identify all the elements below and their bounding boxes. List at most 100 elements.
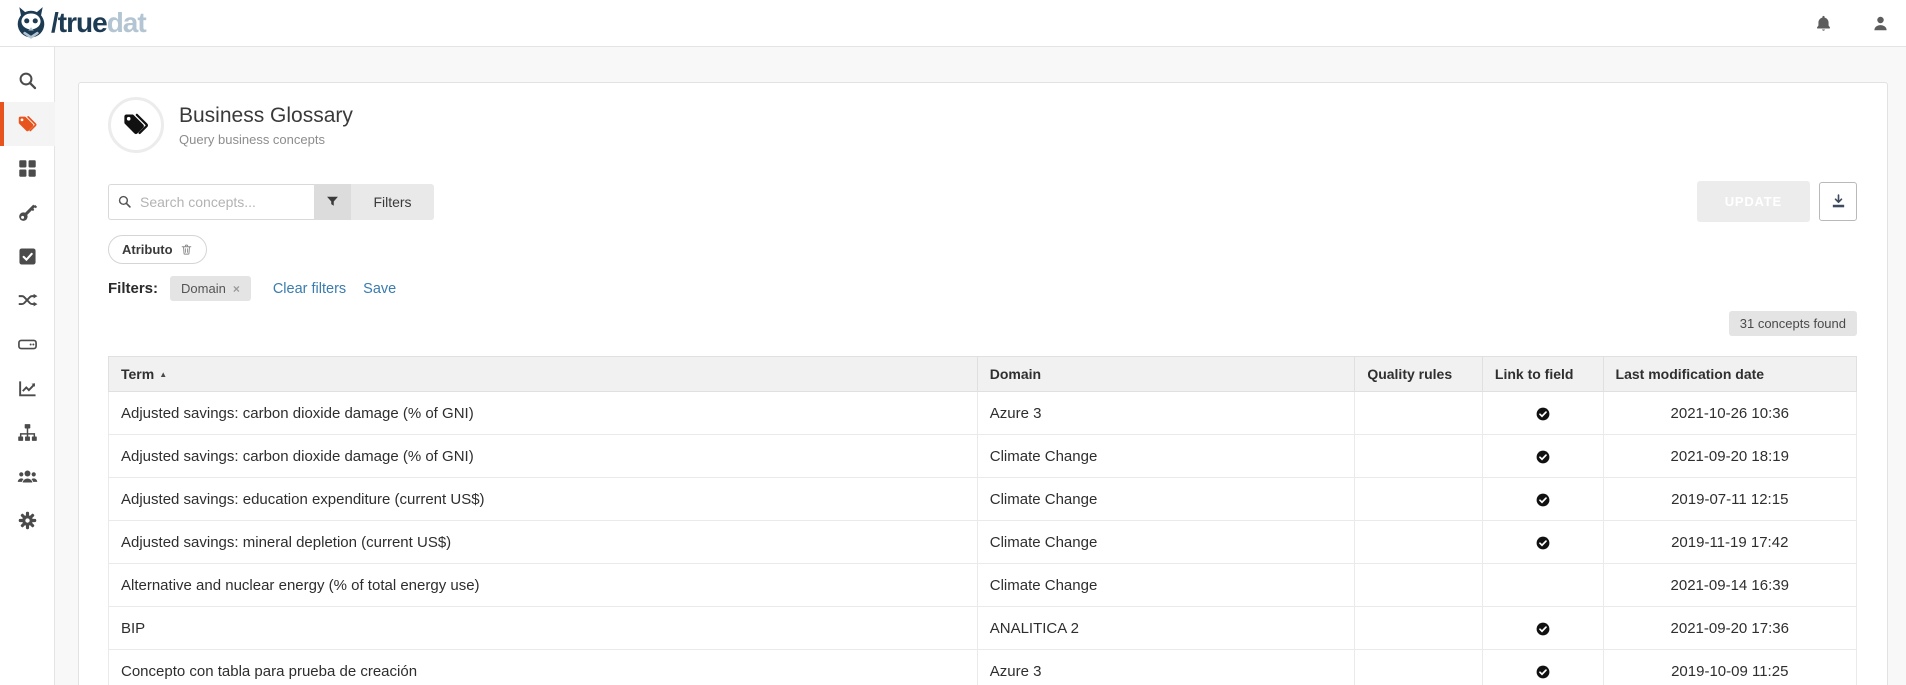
sidebar-item-lineage[interactable] <box>0 278 55 322</box>
concepts-count-badge: 31 concepts found <box>1729 311 1857 336</box>
table-row[interactable]: Adjusted savings: carbon dioxide damage … <box>109 435 1857 478</box>
tags-icon <box>17 114 38 135</box>
logo-text: /truedat <box>51 9 146 37</box>
cell-quality-rules <box>1355 564 1483 607</box>
bell-icon[interactable] <box>1814 14 1833 33</box>
page-icon-circle <box>108 97 164 153</box>
sidebar-item-catalog[interactable] <box>0 146 55 190</box>
concepts-table: Term▲ Domain Quality rules Link to field… <box>108 356 1857 685</box>
gear-icon <box>17 510 38 531</box>
cell-domain: Climate Change <box>977 564 1355 607</box>
table-row[interactable]: Concepto con tabla para prueba de creaci… <box>109 650 1857 685</box>
users-icon <box>17 466 38 487</box>
truedat-logo[interactable]: /truedat <box>13 6 146 40</box>
filters-button[interactable]: Filters <box>351 184 434 220</box>
column-header-quality-rules[interactable]: Quality rules <box>1355 357 1483 392</box>
table-row[interactable]: Alternative and nuclear energy (% of tot… <box>109 564 1857 607</box>
column-header-last-modification-date[interactable]: Last modification date <box>1603 357 1856 392</box>
cell-domain: Azure 3 <box>977 392 1355 435</box>
main-area: Business Glossary Query business concept… <box>56 47 1906 685</box>
page-title: Business Glossary <box>179 103 353 128</box>
cell-term: BIP <box>109 607 978 650</box>
cell-term: Alternative and nuclear energy (% of tot… <box>109 564 978 607</box>
table-row[interactable]: Adjusted savings: carbon dioxide damage … <box>109 392 1857 435</box>
funnel-icon <box>325 194 340 209</box>
tags-icon <box>122 111 150 139</box>
sidebar-item-settings[interactable] <box>0 498 55 542</box>
cell-term: Adjusted savings: mineral depletion (cur… <box>109 521 978 564</box>
top-bar: /truedat <box>0 0 1906 47</box>
cell-link-to-field <box>1482 392 1603 435</box>
grid-icon <box>17 158 38 179</box>
table-row[interactable]: BIPANALITICA 22021-09-20 17:36 <box>109 607 1857 650</box>
page-titles: Business Glossary Query business concept… <box>179 103 353 146</box>
toolbar-right: UPDATE <box>1697 181 1857 222</box>
key-icon <box>17 202 38 223</box>
cell-domain: Climate Change <box>977 521 1355 564</box>
topbar-actions <box>1814 14 1890 33</box>
column-header-term[interactable]: Term▲ <box>109 357 978 392</box>
search-box <box>108 184 314 220</box>
column-header-domain[interactable]: Domain <box>977 357 1355 392</box>
cell-quality-rules <box>1355 435 1483 478</box>
filter-toggle-button[interactable] <box>314 184 351 220</box>
cell-link-to-field <box>1482 521 1603 564</box>
glossary-card: Business Glossary Query business concept… <box>78 82 1888 685</box>
sidebar-item-dashboards[interactable] <box>0 366 55 410</box>
column-header-link-to-field[interactable]: Link to field <box>1482 357 1603 392</box>
search-group: Filters <box>108 184 434 220</box>
cell-link-to-field <box>1482 650 1603 685</box>
filter-pill-atributo[interactable]: Atributo <box>108 235 207 264</box>
search-input[interactable] <box>108 184 314 220</box>
remove-filter-icon[interactable]: × <box>233 282 240 296</box>
cell-last-modification-date: 2019-07-11 12:15 <box>1603 478 1856 521</box>
cell-last-modification-date: 2019-10-09 11:25 <box>1603 650 1856 685</box>
sidebar-item-glossary[interactable] <box>0 102 55 146</box>
cell-last-modification-date: 2021-10-26 10:36 <box>1603 392 1856 435</box>
search-icon <box>17 70 38 91</box>
filter-pill-label: Atributo <box>122 242 173 257</box>
cell-quality-rules <box>1355 650 1483 685</box>
sidebar-item-quality[interactable] <box>0 234 55 278</box>
active-filter-chip-domain[interactable]: Domain × <box>170 276 251 301</box>
cell-quality-rules <box>1355 392 1483 435</box>
clear-filters-link[interactable]: Clear filters <box>273 281 346 297</box>
table-header-row: Term▲ Domain Quality rules Link to field… <box>109 357 1857 392</box>
sidebar-nav <box>0 47 55 685</box>
cell-term: Adjusted savings: carbon dioxide damage … <box>109 392 978 435</box>
check-square-icon <box>17 246 38 267</box>
cell-last-modification-date: 2021-09-20 18:19 <box>1603 435 1856 478</box>
download-button[interactable] <box>1819 182 1857 221</box>
page-subtitle: Query business concepts <box>179 132 353 147</box>
table-row[interactable]: Adjusted savings: mineral depletion (cur… <box>109 521 1857 564</box>
sidebar-item-access[interactable] <box>0 190 55 234</box>
cell-term: Adjusted savings: carbon dioxide damage … <box>109 435 978 478</box>
check-circle-icon <box>1535 664 1551 680</box>
cell-quality-rules <box>1355 478 1483 521</box>
sidebar-item-sources[interactable] <box>0 322 55 366</box>
cell-domain: ANALITICA 2 <box>977 607 1355 650</box>
cell-quality-rules <box>1355 607 1483 650</box>
sitemap-icon <box>17 422 38 443</box>
sidebar-item-search[interactable] <box>0 58 55 102</box>
user-icon[interactable] <box>1871 14 1890 33</box>
check-circle-icon <box>1535 535 1551 551</box>
check-circle-icon <box>1535 492 1551 508</box>
sidebar-item-domains[interactable] <box>0 410 55 454</box>
owl-icon <box>13 6 49 40</box>
chart-line-icon <box>17 378 38 399</box>
filters-label: Filters: <box>108 280 158 297</box>
cell-link-to-field <box>1482 478 1603 521</box>
check-circle-icon <box>1535 621 1551 637</box>
trash-icon[interactable] <box>180 243 193 256</box>
update-button[interactable]: UPDATE <box>1697 181 1810 222</box>
logo-word-light: dat <box>107 7 146 38</box>
logo-slash: / <box>51 7 58 38</box>
cell-domain: Azure 3 <box>977 650 1355 685</box>
cell-last-modification-date: 2019-11-19 17:42 <box>1603 521 1856 564</box>
save-filters-link[interactable]: Save <box>363 281 396 297</box>
sidebar-item-users[interactable] <box>0 454 55 498</box>
cell-domain: Climate Change <box>977 435 1355 478</box>
filters-bar: Filters: Domain × Clear filters Save <box>108 276 1857 301</box>
table-row[interactable]: Adjusted savings: education expenditure … <box>109 478 1857 521</box>
